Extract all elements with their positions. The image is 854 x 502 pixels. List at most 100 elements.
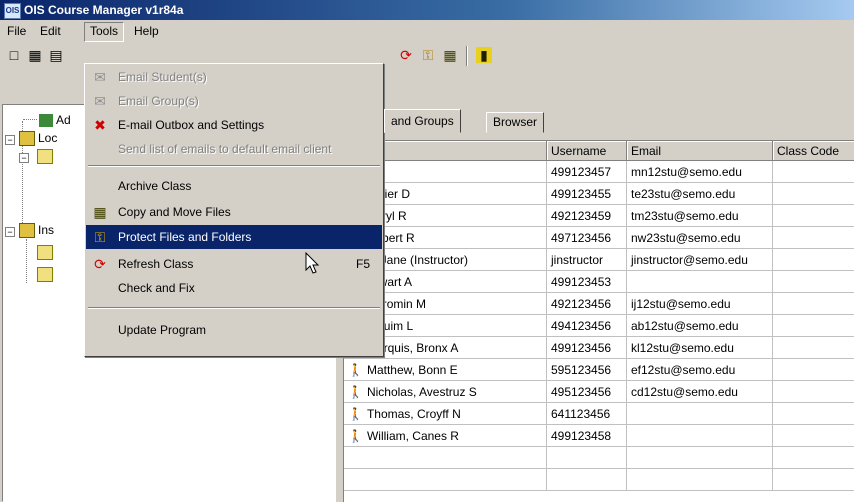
menu-item-email-groups[interactable]: ✉ Email Group(s) — [86, 89, 382, 113]
cell-code — [773, 161, 854, 183]
cell-email: cd12stu@semo.edu — [627, 381, 773, 403]
menu-help[interactable]: Help — [129, 22, 164, 40]
add-icon — [39, 114, 53, 128]
tools-dropdown-menu: ✉ Email Student(s) ✉ Email Group(s) ✖ E-… — [84, 63, 384, 357]
cell-code — [773, 359, 854, 381]
menu-item-protect-files[interactable]: ⚿ Protect Files and Folders — [86, 225, 382, 249]
save-icon[interactable]: ▦ — [27, 47, 43, 63]
cell-email: jinstructor@semo.edu — [627, 249, 773, 271]
cell-name: 🚶 William, Canes R — [344, 425, 547, 447]
tree-node-label: Loc — [38, 131, 58, 145]
tab-browser[interactable]: Browser — [486, 112, 545, 133]
cell-username: jinstructor — [547, 249, 627, 271]
student-icon: 🚶 — [348, 429, 363, 443]
folder-icon — [37, 267, 53, 283]
cell-username: 641123456 — [547, 403, 627, 425]
tree-node-instructor[interactable]: Ins — [19, 223, 55, 239]
student-icon: 🚶 — [348, 385, 363, 399]
column-header-email[interactable]: Email — [627, 141, 773, 161]
tree-node-folder[interactable] — [37, 267, 56, 283]
cell-code — [773, 249, 854, 271]
cell-code — [773, 293, 854, 315]
cell-email: ef12stu@semo.edu — [627, 359, 773, 381]
cell-email: te23stu@semo.edu — [627, 183, 773, 205]
cell-name: 🚶 Matthew, Bonn E — [344, 359, 547, 381]
computer-icon — [19, 131, 35, 147]
tree-node-label: Ins — [38, 223, 55, 237]
cell-email: ij12stu@semo.edu — [627, 293, 773, 315]
collapse-toggle[interactable]: − — [5, 135, 15, 145]
key-icon: ⚿ — [94, 229, 106, 245]
shortcut-f5: F5 — [355, 257, 370, 271]
collapse-toggle[interactable]: − — [19, 153, 29, 163]
menu-item-update-program[interactable]: Update Program — [86, 318, 382, 342]
cell-code — [773, 183, 854, 205]
empty-cell — [773, 447, 854, 469]
student-grid[interactable]: Name Username Email Class Code Burnin499… — [343, 140, 854, 502]
menu-item-copy-move-files[interactable]: ▦ Copy and Move Files — [86, 200, 382, 224]
copy-icon[interactable]: ▦ — [442, 47, 458, 63]
email-group-icon: ✉ — [94, 93, 106, 109]
toolbar-separator — [466, 46, 468, 66]
computer-icon — [19, 223, 35, 239]
tab-users-and-groups[interactable]: and Groups — [384, 109, 461, 133]
folder-open-icon — [37, 245, 53, 261]
menu-item-archive-class[interactable]: Archive Class — [86, 174, 382, 198]
menu-separator — [88, 307, 380, 309]
email-outbox-icon: ✖ — [94, 117, 106, 133]
window-title: OIS Course Manager v1r84a — [24, 3, 184, 17]
cell-email: kl12stu@semo.edu — [627, 337, 773, 359]
email-student-icon: ✉ — [94, 69, 106, 85]
mouse-cursor-icon — [305, 252, 320, 274]
cell-name: 🚶 Thomas, Croyff N — [344, 403, 547, 425]
collapse-toggle[interactable]: − — [5, 227, 15, 237]
title-bar: OIS OIS Course Manager v1r84a — [0, 0, 854, 20]
cell-email — [627, 403, 773, 425]
menu-bar: File Edit Tools Help — [0, 20, 854, 42]
menu-item-check-and-fix[interactable]: Check and Fix — [86, 276, 382, 300]
empty-cell — [547, 469, 627, 491]
menu-item-refresh-class[interactable]: ⟳ Refresh Class F5 — [86, 252, 382, 276]
cell-name: 🚶 Nicholas, Avestruz S — [344, 381, 547, 403]
cell-email: mn12stu@semo.edu — [627, 161, 773, 183]
ois-app-icon: OIS — [4, 3, 21, 19]
empty-cell — [773, 469, 854, 491]
folder-icon — [37, 149, 53, 165]
menu-edit[interactable]: Edit — [35, 22, 66, 40]
cell-code — [773, 403, 854, 425]
column-header-username[interactable]: Username — [547, 141, 627, 161]
tree-node-label: Ad — [56, 113, 71, 127]
empty-cell — [344, 469, 547, 491]
refresh-icon[interactable]: ⟳ — [398, 47, 414, 63]
tree-node-add[interactable]: Ad — [39, 113, 71, 128]
empty-cell — [344, 447, 547, 469]
menu-file[interactable]: File — [2, 22, 31, 40]
cell-code — [773, 271, 854, 293]
empty-cell — [547, 447, 627, 469]
cell-code — [773, 315, 854, 337]
key-icon[interactable]: ⚿ — [420, 47, 436, 63]
tree-node-folder[interactable] — [37, 149, 56, 165]
column-header-class-code[interactable]: Class Code — [773, 141, 854, 161]
cell-username: 499123455 — [547, 183, 627, 205]
tree-node-local[interactable]: Loc — [19, 131, 58, 147]
menu-tools[interactable]: Tools — [84, 22, 125, 42]
exit-icon[interactable]: ▮ — [476, 47, 492, 63]
menu-item-email-students[interactable]: ✉ Email Student(s) — [86, 65, 382, 89]
cell-username: 595123456 — [547, 359, 627, 381]
menu-item-send-list[interactable]: Send list of emails to default email cli… — [86, 137, 382, 161]
student-icon: 🚶 — [348, 407, 363, 421]
print-icon[interactable]: ▤ — [48, 47, 64, 63]
refresh-icon: ⟳ — [94, 256, 106, 272]
cell-email: nw23stu@semo.edu — [627, 227, 773, 249]
new-icon[interactable]: □ — [6, 47, 22, 63]
tree-node-folder-open[interactable] — [37, 245, 56, 261]
empty-cell — [627, 447, 773, 469]
menu-item-email-outbox[interactable]: ✖ E-mail Outbox and Settings — [86, 113, 382, 137]
copy-files-icon: ▦ — [93, 204, 107, 220]
cell-username: 499123458 — [547, 425, 627, 447]
cell-code — [773, 381, 854, 403]
cell-email: ab12stu@semo.edu — [627, 315, 773, 337]
cell-username: 495123456 — [547, 381, 627, 403]
cell-username: 492123459 — [547, 205, 627, 227]
